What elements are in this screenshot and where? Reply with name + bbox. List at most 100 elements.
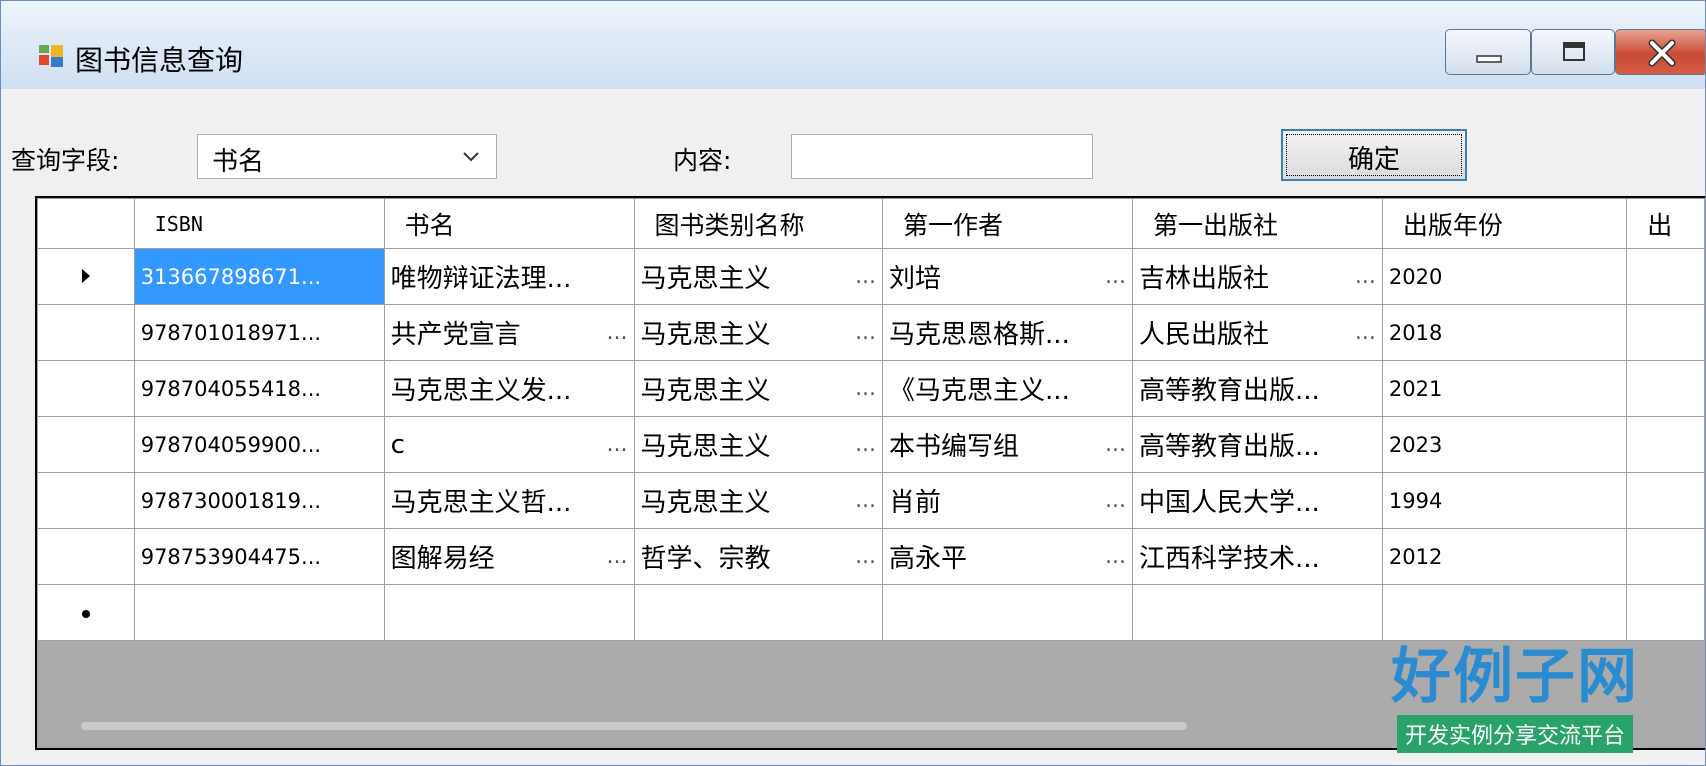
cell-author[interactable]: 马克思恩格斯...: [882, 304, 1133, 361]
cell-author[interactable]: 《马克思主义...: [882, 360, 1133, 417]
cell-year[interactable]: 2018: [1381, 304, 1628, 361]
column-header-year[interactable]: 出版年份: [1381, 198, 1628, 249]
content-input[interactable]: [791, 134, 1093, 179]
cell-publisher[interactable]: 吉林出版社...: [1131, 248, 1383, 305]
row-header[interactable]: [37, 472, 135, 529]
cell-text: 图解易经: [390, 544, 495, 574]
horizontal-scrollbar[interactable]: [81, 722, 1187, 730]
cell-author[interactable]: 本书编写组...: [882, 416, 1133, 473]
cell-category[interactable]: 马克思主义...: [633, 472, 884, 529]
cell-text: 本书编写组: [889, 432, 1020, 462]
empty-cell[interactable]: [133, 584, 385, 641]
cell-category[interactable]: 马克思主义...: [633, 360, 884, 417]
minimize-button[interactable]: [1445, 29, 1531, 75]
cell-year[interactable]: 2020: [1381, 248, 1628, 305]
cell-isbn[interactable]: 978704055418...: [133, 360, 385, 417]
row-header[interactable]: [37, 528, 135, 585]
main-window: 图书信息查询 查询字段: 书名 内容: 确定 ISBN 书名 图书类别名称 第一…: [0, 0, 1706, 766]
cell-isbn[interactable]: 978701018971...: [133, 304, 385, 361]
cell-text: 肖前: [889, 488, 942, 518]
cell-publisher[interactable]: 中国人民大学...: [1131, 472, 1383, 529]
empty-cell[interactable]: [633, 584, 884, 641]
cell-year[interactable]: 2021: [1381, 360, 1628, 417]
column-header-category[interactable]: 图书类别名称: [633, 198, 884, 249]
empty-cell[interactable]: [1626, 584, 1705, 641]
cell-year[interactable]: 2023: [1381, 416, 1628, 473]
row-header[interactable]: [37, 248, 135, 305]
query-field-select[interactable]: 书名: [197, 134, 497, 179]
cell-text: 吉林出版社: [1138, 264, 1269, 294]
cell-year[interactable]: 2012: [1381, 528, 1628, 585]
cell-category[interactable]: 哲学、宗教...: [633, 528, 884, 585]
new-row[interactable]: [37, 584, 1705, 641]
cell-title[interactable]: 图解易经...: [383, 528, 635, 585]
cell-author[interactable]: 刘培...: [882, 248, 1133, 305]
cell-overflow[interactable]: [1626, 472, 1705, 529]
cell-content: 高永平...: [889, 538, 1126, 575]
cell-overflow[interactable]: [1626, 360, 1705, 417]
cell-title[interactable]: 唯物辩证法理...: [383, 248, 635, 305]
cell-title[interactable]: 共产党宣言...: [383, 304, 635, 361]
cell-category[interactable]: 马克思主义...: [633, 304, 884, 361]
cell-text: 978753904475...: [140, 544, 322, 569]
cell-ellipsis: ...: [1354, 320, 1376, 345]
cell-ellipsis: ...: [606, 320, 628, 345]
table-row[interactable]: 978701018971... 共产党宣言... 马克思主义... 马克思恩格斯...…: [37, 304, 1705, 361]
table-row[interactable]: 313667898671... 唯物辩证法理... 马克思主义... 刘培... 吉林出…: [37, 248, 1705, 305]
cell-publisher[interactable]: 人民出版社...: [1131, 304, 1383, 361]
cell-content: 唯物辩证法理...: [391, 258, 628, 295]
cell-overflow[interactable]: [1626, 528, 1705, 585]
cell-author[interactable]: 肖前...: [882, 472, 1133, 529]
column-header-author[interactable]: 第一作者: [882, 198, 1133, 249]
cell-content: 吉林出版社...: [1139, 258, 1376, 295]
table-row[interactable]: 978704055418... 马克思主义发... 马克思主义... 《马克思主义..…: [37, 360, 1705, 417]
cell-overflow[interactable]: [1626, 248, 1705, 305]
cell-text: 马克思主义: [640, 264, 771, 294]
empty-cell[interactable]: [1131, 584, 1383, 641]
table-row[interactable]: 978753904475... 图解易经... 哲学、宗教... 高永平... 江西科学…: [37, 528, 1705, 585]
cell-ellipsis: ...: [855, 264, 877, 289]
cell-isbn[interactable]: 978704059900...: [133, 416, 385, 473]
cell-text: 江西科学技术...: [1138, 544, 1320, 574]
cell-text: 马克思主义哲...: [390, 488, 572, 518]
cell-title[interactable]: 马克思主义发...: [383, 360, 635, 417]
cell-content: 哲学、宗教...: [641, 538, 877, 575]
row-header[interactable]: [37, 304, 135, 361]
row-header[interactable]: [37, 360, 135, 417]
cell-isbn[interactable]: 978753904475...: [133, 528, 385, 585]
column-header-isbn[interactable]: ISBN: [133, 198, 385, 249]
empty-cell[interactable]: [383, 584, 635, 641]
column-header-publisher[interactable]: 第一出版社: [1131, 198, 1383, 249]
empty-cell[interactable]: [1381, 584, 1628, 641]
close-button[interactable]: [1615, 29, 1705, 75]
cell-isbn[interactable]: 313667898671...: [133, 248, 385, 305]
title-bar[interactable]: 图书信息查询: [1, 1, 1705, 89]
cell-ellipsis: ...: [1104, 544, 1126, 569]
table-row[interactable]: 978730001819... 马克思主义哲... 马克思主义... 肖前... 中国人…: [37, 472, 1705, 529]
cell-content: 978753904475...: [141, 545, 378, 569]
cell-isbn[interactable]: 978730001819...: [133, 472, 385, 529]
cell-overflow[interactable]: [1626, 304, 1705, 361]
cell-text: 高永平: [889, 544, 968, 574]
column-header-next[interactable]: 出: [1626, 198, 1705, 249]
confirm-button[interactable]: 确定: [1281, 129, 1467, 181]
cell-title[interactable]: 马克思主义哲...: [383, 472, 635, 529]
maximize-button[interactable]: [1531, 29, 1615, 75]
cell-overflow[interactable]: [1626, 416, 1705, 473]
empty-cell[interactable]: [882, 584, 1133, 641]
column-header-title[interactable]: 书名: [383, 198, 635, 249]
cell-author[interactable]: 高永平...: [882, 528, 1133, 585]
cell-year[interactable]: 1994: [1381, 472, 1628, 529]
cell-publisher[interactable]: 江西科学技术...: [1131, 528, 1383, 585]
row-header[interactable]: [37, 416, 135, 473]
cell-title[interactable]: c...: [383, 416, 635, 473]
cell-content: 高等教育出版...: [1139, 370, 1376, 407]
row-header-corner: [37, 198, 135, 249]
cell-category[interactable]: 马克思主义...: [633, 248, 884, 305]
cell-publisher[interactable]: 高等教育出版...: [1131, 360, 1383, 417]
row-header[interactable]: [37, 584, 135, 641]
cell-publisher[interactable]: 高等教育出版...: [1131, 416, 1383, 473]
cell-category[interactable]: 马克思主义...: [633, 416, 884, 473]
table-row[interactable]: 978704059900... c... 马克思主义... 本书编写组... 高等教育出…: [37, 416, 1705, 473]
cell-content: 978704059900...: [141, 433, 378, 457]
